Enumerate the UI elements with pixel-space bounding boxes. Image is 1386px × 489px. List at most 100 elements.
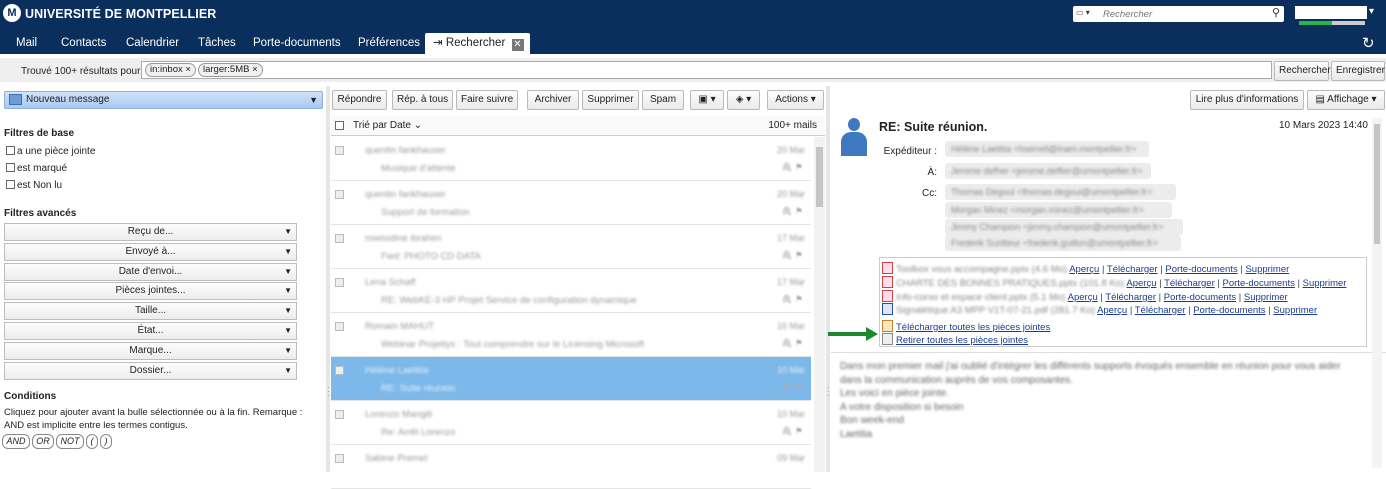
- operator-or[interactable]: OR: [32, 434, 54, 449]
- mail-row[interactable]: Romain MAHUT Webinar Projetiys : Tout com…: [331, 313, 811, 357]
- select-all-checkbox[interactable]: [335, 121, 344, 130]
- mail-row[interactable]: quentin fankhauser Support de formation 20…: [331, 181, 811, 225]
- mail-row-selected[interactable]: Hélène Laetitia RE: Suite réunion 10 Mar 🖇 …: [331, 357, 811, 401]
- filter-tag[interactable]: Marque... ▼: [4, 342, 297, 360]
- magnifier-icon[interactable]: ⚲: [1272, 6, 1280, 19]
- checkbox[interactable]: [6, 163, 15, 172]
- attachment-download-link[interactable]: Télécharger: [1107, 264, 1158, 275]
- mail-row[interactable]: quentin fankhauser Musique d'attente 20 Ma…: [331, 137, 811, 181]
- attachment-briefcase-link[interactable]: Porte-documents: [1193, 305, 1265, 316]
- scrollbar-thumb[interactable]: [816, 147, 823, 207]
- checkbox[interactable]: [335, 410, 344, 419]
- attachment-briefcase-link[interactable]: Porte-documents: [1223, 278, 1295, 289]
- address-bubble[interactable]: Thomas Degoul <thomas.degoul@umontpellie…: [945, 184, 1176, 200]
- mail-row[interactable]: Sabine Premel 09 Mar: [331, 445, 811, 489]
- header-body-divider: [831, 352, 1386, 353]
- reading-pane-scrollbar[interactable]: [1372, 118, 1382, 468]
- save-search-button[interactable]: Enregistrer: [1331, 61, 1385, 81]
- attachment-preview-link[interactable]: Aperçu: [1068, 292, 1098, 303]
- attachment-download-link[interactable]: Télécharger: [1135, 305, 1186, 316]
- close-icon[interactable]: ✕: [511, 39, 524, 51]
- tag-button[interactable]: ◈ ▾: [727, 90, 760, 110]
- query-input[interactable]: in:inbox × larger:5MB ×: [141, 61, 1272, 79]
- checkbox[interactable]: [335, 454, 344, 463]
- download-all-link[interactable]: Télécharger toutes les pièces jointes: [896, 322, 1050, 333]
- tab-mail[interactable]: Mail: [16, 33, 37, 54]
- attachment-preview-link[interactable]: Aperçu: [1126, 278, 1156, 289]
- query-token[interactable]: in:inbox ×: [145, 63, 196, 77]
- user-menu[interactable]: [1295, 6, 1367, 19]
- operator-open-paren[interactable]: (: [86, 434, 98, 449]
- attachment-delete-link[interactable]: Supprimer: [1245, 264, 1289, 275]
- address-bubble[interactable]: Frederik Suritteur <frederik.guillon@umo…: [945, 235, 1181, 251]
- checkbox[interactable]: [335, 322, 344, 331]
- filter-has-attachment[interactable]: a une pièce jointe: [6, 146, 95, 157]
- new-message-button[interactable]: Nouveau message ▼: [4, 91, 323, 109]
- address-bubble[interactable]: Jimmy Champion <jimmy.champion@umontpell…: [945, 219, 1183, 235]
- reply-button[interactable]: Répondre: [332, 90, 387, 110]
- checkbox[interactable]: [335, 278, 344, 287]
- remove-token-icon: ×: [252, 64, 258, 75]
- checkbox[interactable]: [335, 146, 344, 155]
- reply-all-button[interactable]: Rép. à tous: [392, 90, 453, 110]
- chevron-down-icon[interactable]: ▼: [309, 92, 318, 108]
- read-more-button[interactable]: Lire plus d'informations: [1190, 90, 1304, 110]
- checkbox[interactable]: [335, 366, 344, 375]
- query-token[interactable]: larger:5MB ×: [198, 63, 263, 77]
- address-bubble[interactable]: Morgan Minez <morgan.minez@umontpellier.…: [945, 202, 1172, 218]
- operator-close-paren[interactable]: ): [100, 434, 112, 449]
- sort-by-date[interactable]: Trié par Date ⌄: [353, 120, 422, 131]
- attachment-delete-link[interactable]: Supprimer: [1303, 278, 1347, 289]
- address-bubble[interactable]: Jerome defher <jerome.deffier@umontpelli…: [945, 163, 1151, 179]
- checkbox[interactable]: [335, 190, 344, 199]
- filter-date-sent[interactable]: Date d'envoi... ▼: [4, 263, 297, 281]
- attachment-briefcase-link[interactable]: Porte-documents: [1164, 292, 1236, 303]
- filter-size[interactable]: Taille... ▼: [4, 302, 297, 320]
- checkbox[interactable]: [6, 146, 15, 155]
- actions-button[interactable]: Actions ▾: [767, 90, 824, 110]
- delete-button[interactable]: Supprimer: [582, 90, 639, 110]
- mail-row[interactable]: rowssdine ibrahim Fwd: PHOTO CD DATA 17 Ma…: [331, 225, 811, 269]
- checkbox[interactable]: [6, 180, 15, 189]
- attachment-download-link[interactable]: Télécharger: [1164, 278, 1215, 289]
- attachment-preview-link[interactable]: Aperçu: [1069, 264, 1099, 275]
- global-search-input[interactable]: [1103, 7, 1263, 21]
- tab-contacts[interactable]: Contacts: [61, 33, 106, 54]
- tab-rechercher[interactable]: ⇥ Rechercher ✕: [425, 33, 530, 54]
- download-all-icon: [882, 320, 893, 332]
- remove-all-link[interactable]: Retirer toutes les pièces jointes: [896, 335, 1028, 346]
- filter-attachments[interactable]: Pièces jointes... ▼: [4, 282, 297, 300]
- operator-and[interactable]: AND: [2, 434, 30, 449]
- tab-taches[interactable]: Tâches: [198, 33, 236, 54]
- forward-button[interactable]: Faire suivre: [456, 90, 518, 110]
- filter-received-from[interactable]: Reçu de... ▼: [4, 223, 297, 241]
- attachment-download-link[interactable]: Télécharger: [1105, 292, 1156, 303]
- message-list-scrollbar[interactable]: [814, 137, 825, 472]
- spam-button[interactable]: Spam: [642, 90, 684, 110]
- tab-calendrier[interactable]: Calendrier: [126, 33, 179, 54]
- move-button[interactable]: ▣ ▾: [690, 90, 724, 110]
- operator-not[interactable]: NOT: [56, 434, 84, 449]
- search-button[interactable]: Rechercher: [1274, 61, 1331, 81]
- address-bubble[interactable]: Hélène Laetitia <hserrell@lnam.montpelli…: [945, 141, 1149, 157]
- filter-unread[interactable]: est Non lu: [6, 180, 62, 191]
- filter-status[interactable]: État... ▼: [4, 322, 297, 340]
- filter-folder[interactable]: Dossier... ▼: [4, 362, 297, 380]
- search-scope-dropdown[interactable]: ▭ ▾: [1076, 8, 1090, 17]
- display-button[interactable]: ▤ Affichage ▾: [1307, 90, 1385, 110]
- attachment-preview-link[interactable]: Aperçu: [1097, 305, 1127, 316]
- chevron-down-icon[interactable]: ▾: [1369, 6, 1374, 17]
- refresh-icon[interactable]: ↻: [1362, 34, 1375, 52]
- checkbox[interactable]: [335, 234, 344, 243]
- filter-sent-to[interactable]: Envoyé à... ▼: [4, 243, 297, 261]
- archive-button[interactable]: Archiver: [527, 90, 579, 110]
- attachment-delete-link[interactable]: Supprimer: [1273, 305, 1317, 316]
- attachment-delete-link[interactable]: Supprimer: [1244, 292, 1288, 303]
- tab-preferences[interactable]: Préférences: [358, 33, 420, 54]
- mail-row[interactable]: Lena Schaff RE: WebKE-3 HP Projet Service…: [331, 269, 811, 313]
- filter-flagged[interactable]: est marqué: [6, 163, 67, 174]
- tab-porte-documents[interactable]: Porte-documents: [253, 33, 341, 54]
- attachment-briefcase-link[interactable]: Porte-documents: [1165, 264, 1237, 275]
- mail-row[interactable]: Lorenzo Mangili Re: Arrêt Lorenzo 10 Mar 🖇 …: [331, 401, 811, 445]
- scrollbar-thumb[interactable]: [1374, 124, 1380, 244]
